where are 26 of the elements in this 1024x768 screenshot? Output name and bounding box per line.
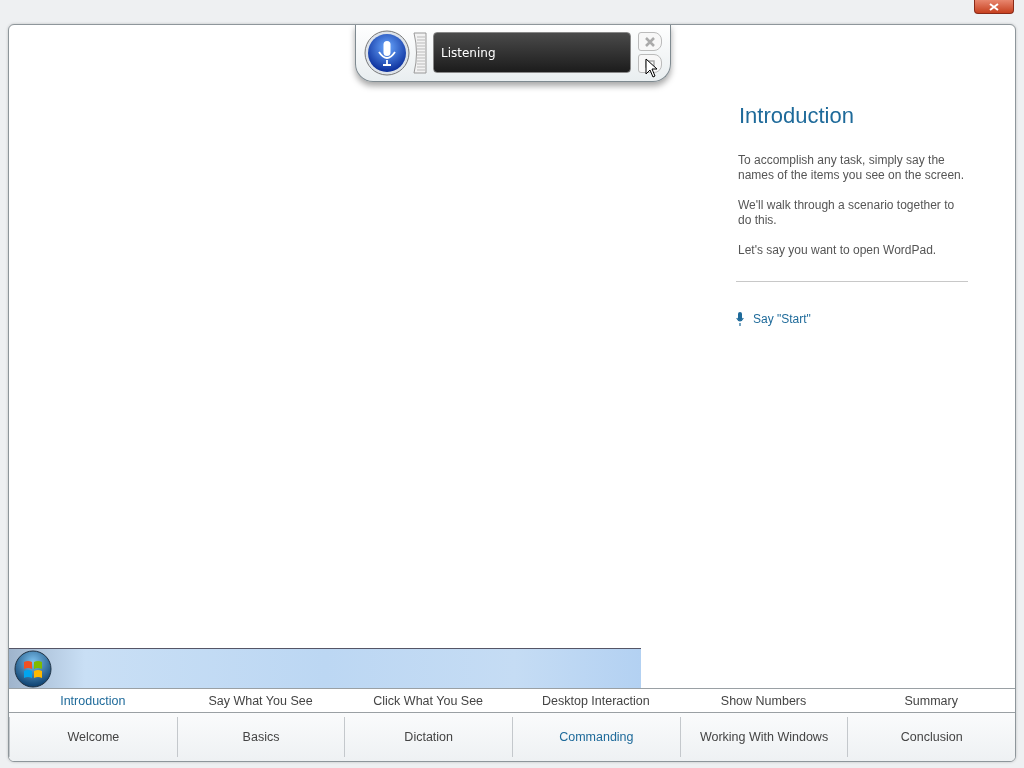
close-icon <box>989 2 999 11</box>
chapter-tab[interactable]: Welcome <box>9 717 177 757</box>
start-orb-icon[interactable] <box>14 649 52 688</box>
section-tab[interactable]: Show Numbers <box>679 689 848 712</box>
chapter-tab[interactable]: Basics <box>176 717 345 757</box>
section-tab[interactable]: Introduction <box>9 689 177 712</box>
chapter-tab[interactable]: Working With Windows <box>679 717 848 757</box>
section-tab[interactable]: Say What You See <box>176 689 345 712</box>
status-text: Listening <box>441 45 496 60</box>
section-tab[interactable]: Click What You See <box>344 689 512 712</box>
instruction-paragraph: Let's say you want to open WordPad. <box>738 243 938 258</box>
voice-command-prompt: Say "Start" <box>753 312 811 326</box>
chapter-tab[interactable]: Dictation <box>344 717 512 757</box>
section-tab[interactable]: Desktop Interaction <box>512 689 680 712</box>
section-tab[interactable]: Summary <box>847 689 1015 712</box>
close-button[interactable] <box>974 0 1014 14</box>
instruction-paragraph: We'll walk through a scenario together to do this. <box>738 198 956 228</box>
microphone-button[interactable] <box>364 29 410 76</box>
chapter-tab[interactable]: Conclusion <box>847 717 1015 757</box>
instruction-paragraph: To accomplish any task, simply say the names of the items you see on the screen. <box>738 153 966 183</box>
chapter-tab[interactable]: Commanding <box>512 717 680 757</box>
microphone-icon <box>736 312 744 326</box>
mouse-cursor-icon <box>645 58 659 78</box>
volume-meter-drawing <box>412 31 427 74</box>
close-icon <box>644 36 656 47</box>
lesson-title: Introduction <box>739 103 854 129</box>
